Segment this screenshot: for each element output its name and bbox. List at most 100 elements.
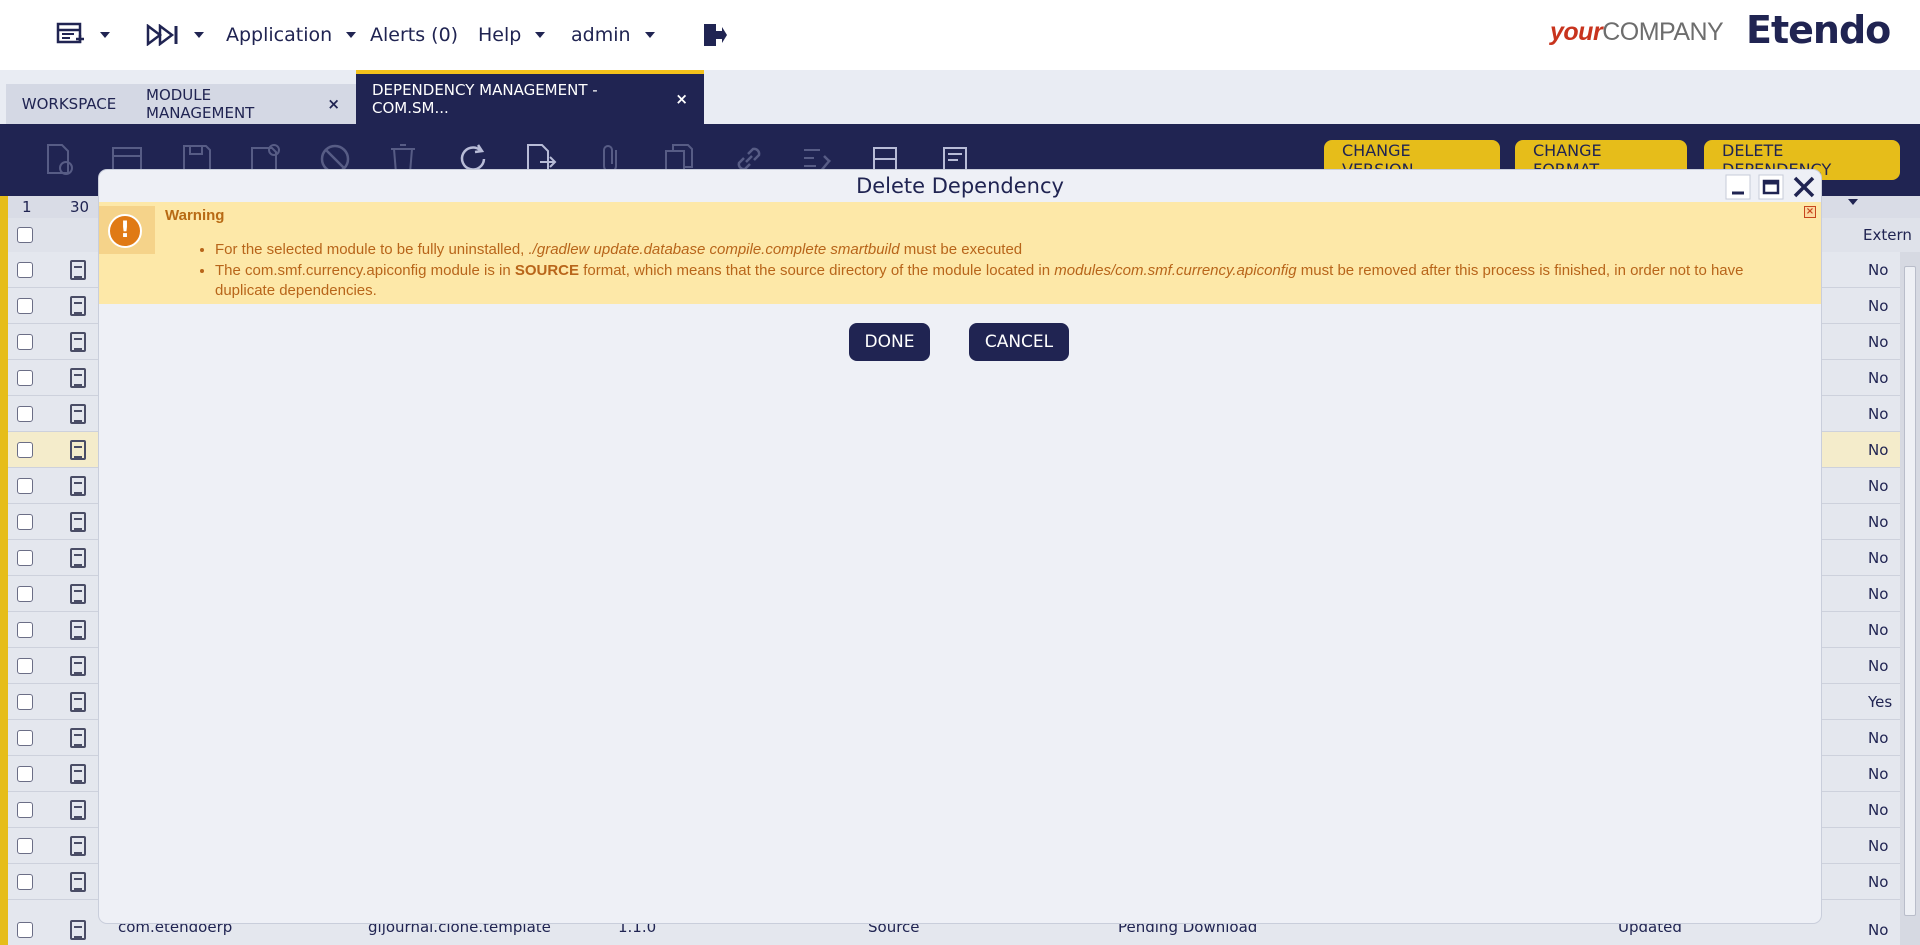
cell-external: No — [1868, 765, 1889, 783]
quick-launch-button[interactable] — [146, 0, 204, 70]
warning-badge: ! — [99, 206, 155, 254]
row-checkbox[interactable] — [17, 442, 33, 458]
document-icon[interactable] — [70, 836, 86, 856]
row-checkbox[interactable] — [17, 730, 33, 746]
logout-button[interactable] — [700, 0, 728, 70]
document-icon[interactable] — [70, 440, 86, 460]
row-checkbox[interactable] — [17, 262, 33, 278]
warning-message: ! Warning × For the selected module to b… — [99, 202, 1821, 304]
tab-bar: WORKSPACE MODULE MANAGEMENT × DEPENDENCY… — [0, 70, 1920, 124]
document-icon[interactable] — [70, 920, 86, 940]
maximize-icon[interactable] — [1758, 174, 1784, 200]
document-icon[interactable] — [70, 584, 86, 604]
row-checkbox[interactable] — [17, 838, 33, 854]
row-checkbox[interactable] — [17, 622, 33, 638]
cell-external: No — [1868, 261, 1889, 279]
warning-list: For the selected module to be fully unin… — [215, 240, 1805, 302]
etendo-logo: Etendo — [1746, 8, 1891, 52]
company-logo-company: COMPANY — [1602, 18, 1724, 46]
cell-external: No — [1868, 657, 1889, 675]
tab-dependency-management[interactable]: DEPENDENCY MANAGEMENT - COM.SM... × — [356, 70, 704, 124]
chevron-down-icon — [100, 32, 110, 38]
alerts-label: Alerts (0) — [370, 24, 459, 46]
warning-module-path: modules/com.smf.currency.apiconfig — [1054, 262, 1297, 279]
tab-workspace[interactable]: WORKSPACE — [6, 84, 132, 124]
column-header-external[interactable]: Extern — [1863, 226, 1912, 244]
row-checkbox[interactable] — [17, 406, 33, 422]
cell-external: No — [1868, 297, 1889, 315]
cancel-button[interactable]: CANCEL — [969, 323, 1069, 361]
row-checkbox[interactable] — [17, 298, 33, 314]
document-icon[interactable] — [70, 404, 86, 424]
logout-icon — [704, 24, 727, 46]
document-icon[interactable] — [70, 548, 86, 568]
row-checkbox[interactable] — [17, 514, 33, 530]
scrollbar-thumb[interactable] — [1904, 266, 1916, 916]
document-icon[interactable] — [70, 872, 86, 892]
warning-line1-suffix: must be executed — [899, 241, 1023, 258]
cell-external: No — [1868, 921, 1889, 939]
cell-external: No — [1868, 441, 1889, 459]
warning-line2-a: The com.smf.currency.apiconfig module is… — [215, 262, 515, 279]
chevron-down-icon[interactable] — [1848, 199, 1858, 205]
document-icon[interactable] — [70, 368, 86, 388]
document-icon[interactable] — [70, 656, 86, 676]
row-checkbox[interactable] — [17, 478, 33, 494]
application-menu-label: Application — [226, 24, 333, 46]
warning-icon: ! — [108, 214, 142, 248]
cell-external: No — [1868, 333, 1889, 351]
document-icon[interactable] — [70, 692, 86, 712]
cell-external: No — [1868, 513, 1889, 531]
document-icon[interactable] — [70, 332, 86, 352]
tab-module-management-label: MODULE MANAGEMENT — [146, 86, 255, 122]
cell-external: No — [1868, 405, 1889, 423]
document-icon[interactable] — [70, 728, 86, 748]
pager-size: 30 — [70, 198, 90, 216]
document-icon[interactable] — [70, 620, 86, 640]
company-logo: yourCOMPANY — [1550, 18, 1724, 47]
new-menu-button[interactable] — [56, 0, 110, 70]
top-navigation: Application Alerts (0) Help admin yourCO… — [0, 0, 1920, 70]
cell-external: No — [1868, 801, 1889, 819]
row-checkbox[interactable] — [17, 874, 33, 890]
user-menu[interactable]: admin — [571, 0, 655, 70]
row-checkbox[interactable] — [17, 370, 33, 386]
close-icon[interactable] — [1791, 174, 1817, 200]
document-icon[interactable] — [70, 800, 86, 820]
help-menu-label: Help — [478, 24, 522, 46]
close-icon[interactable]: × — [1804, 206, 1816, 218]
user-menu-label: admin — [571, 24, 631, 46]
warning-item: For the selected module to be fully unin… — [215, 240, 1805, 260]
new-document-icon[interactable] — [42, 142, 76, 176]
row-checkbox[interactable] — [17, 658, 33, 674]
tab-workspace-label: WORKSPACE — [21, 95, 117, 113]
close-icon[interactable]: × — [675, 90, 688, 108]
row-checkbox[interactable] — [17, 766, 33, 782]
document-icon[interactable] — [70, 512, 86, 532]
document-icon[interactable] — [70, 764, 86, 784]
warning-line1-prefix: For the selected module to be fully unin… — [215, 241, 529, 258]
tab-dependency-management-label: DEPENDENCY MANAGEMENT - COM.SM... — [372, 81, 598, 117]
document-icon[interactable] — [70, 296, 86, 316]
document-icon[interactable] — [70, 260, 86, 280]
application-menu[interactable]: Application — [226, 0, 357, 70]
row-checkbox[interactable] — [17, 334, 33, 350]
help-menu[interactable]: Help — [478, 0, 546, 70]
done-button[interactable]: DONE — [849, 323, 930, 361]
create-document-icon — [56, 22, 84, 44]
tab-module-management[interactable]: MODULE MANAGEMENT × — [130, 84, 356, 124]
document-icon[interactable] — [70, 476, 86, 496]
row-checkbox[interactable] — [17, 922, 33, 938]
row-checkbox[interactable] — [17, 694, 33, 710]
cell-external: No — [1868, 873, 1889, 891]
row-checkbox[interactable] — [17, 586, 33, 602]
cell-external: No — [1868, 585, 1889, 603]
minimize-icon[interactable] — [1725, 174, 1751, 200]
cell-external: No — [1868, 621, 1889, 639]
alerts-link[interactable]: Alerts (0) — [370, 0, 458, 70]
select-all-checkbox[interactable] — [17, 227, 33, 243]
grid-scrollbar[interactable] — [1900, 252, 1920, 945]
row-checkbox[interactable] — [17, 802, 33, 818]
close-icon[interactable]: × — [327, 95, 340, 113]
row-checkbox[interactable] — [17, 550, 33, 566]
